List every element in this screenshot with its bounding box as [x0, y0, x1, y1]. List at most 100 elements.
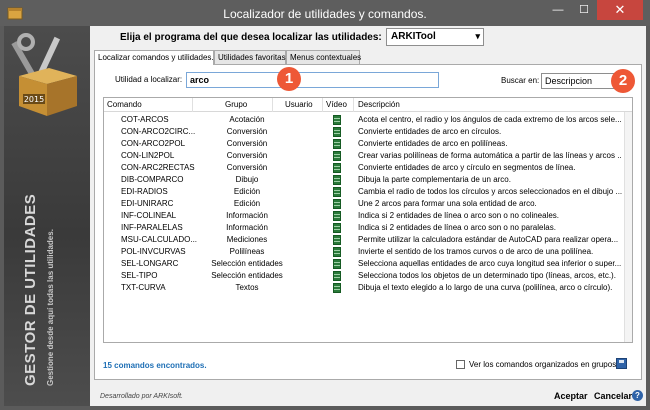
search-input[interactable]: arco: [186, 72, 439, 88]
table-row[interactable]: EDI-RADIOS Edición Cambia el radio de todo…: [104, 186, 632, 198]
cell-descripcion: Dibuja el texto elegido a lo largo de un…: [358, 283, 613, 292]
cell-comando: EDI-UNIRARC: [121, 199, 174, 208]
cell-comando: SEL-LONGARC: [121, 259, 179, 268]
chevron-down-icon: ▾: [475, 31, 480, 41]
cell-descripcion: Indica si 2 entidades de línea o arco so…: [358, 211, 560, 220]
table-row[interactable]: COT-ARCOS Acotación Acota el centro, el ra…: [104, 114, 632, 126]
cell-grupo: Acotación: [229, 115, 265, 124]
cell-grupo: Conversión: [226, 127, 268, 136]
table-row[interactable]: INF-COLINEAL Información Indica si 2 entid…: [104, 210, 632, 222]
table-row[interactable]: CON-ARC2RECTAS Conversión Convierte entida…: [104, 162, 632, 174]
cell-comando: SEL-TIPO: [121, 271, 158, 280]
group-checkbox-label[interactable]: Ver los comandos organizados en grupos: [469, 360, 616, 369]
cell-grupo: Edición: [233, 187, 261, 196]
video-icon[interactable]: [333, 127, 341, 137]
tab-localizar[interactable]: Localizar comandos y utilidades.: [94, 50, 214, 65]
cell-grupo: Selección entidades: [211, 259, 283, 268]
cell-comando: CON-LIN2POL: [121, 151, 175, 160]
table-row[interactable]: SEL-TIPO Selección entidades Selecciona to…: [104, 270, 632, 282]
minimize-button[interactable]: —: [545, 0, 571, 20]
video-icon[interactable]: [333, 163, 341, 173]
column-header-descripcion[interactable]: Descripción: [358, 100, 400, 109]
tab-panel: Utilidad a localizar: arco 1 Buscar en: …: [94, 64, 642, 380]
cell-grupo: Conversión: [226, 151, 268, 160]
video-icon[interactable]: [333, 283, 341, 293]
close-button[interactable]: ✕: [597, 0, 643, 20]
cell-comando: INF-PARALELAS: [121, 223, 183, 232]
cell-grupo: Información: [226, 211, 268, 220]
tab-menus-contextuales[interactable]: Menus contextuales: [286, 50, 361, 64]
program-select-value: ARKITool: [391, 31, 436, 42]
video-icon[interactable]: [333, 187, 341, 197]
video-icon[interactable]: [333, 139, 341, 149]
cell-descripcion: Invierte el sentido de los tramos curvos…: [358, 247, 594, 256]
step-badge-1: 1: [277, 67, 301, 91]
cell-descripcion: Convierte entidades de arco en polilínea…: [358, 139, 508, 148]
sidebar: 2015 GESTOR DE UTILIDADES Gestione desde…: [4, 26, 90, 406]
table-row[interactable]: TXT-CURVA Textos Dibuja el texto elegido a…: [104, 282, 632, 294]
program-select[interactable]: ARKITool ▾: [386, 28, 484, 46]
cell-comando: POL-INVCURVAS: [121, 247, 186, 256]
video-icon[interactable]: [333, 259, 341, 269]
save-icon[interactable]: [616, 358, 627, 369]
column-header-grupo[interactable]: Grupo: [225, 100, 247, 109]
group-checkbox[interactable]: [456, 360, 465, 369]
video-icon[interactable]: [333, 223, 341, 233]
cell-comando: INF-COLINEAL: [121, 211, 177, 220]
cell-grupo: Mediciones: [226, 235, 268, 244]
cell-comando: TXT-CURVA: [121, 283, 166, 292]
table-scrollbar[interactable]: [624, 112, 632, 342]
cell-grupo: Selección entidades: [211, 271, 283, 280]
sidebar-title: GESTOR DE UTILIDADES: [22, 193, 39, 386]
video-icon[interactable]: [333, 271, 341, 281]
column-header-video[interactable]: Vídeo: [326, 100, 347, 109]
title-bar: Localizador de utilidades y comandos. — …: [0, 0, 650, 26]
cell-descripcion: Convierte entidades de arco en círculos.: [358, 127, 502, 136]
results-count: 15 comandos encontrados.: [103, 361, 207, 370]
cell-descripcion: Indica si 2 entidades de línea o arco so…: [358, 223, 556, 232]
accept-button[interactable]: Aceptar: [554, 391, 588, 401]
video-icon[interactable]: [333, 199, 341, 209]
cell-comando: COT-ARCOS: [121, 115, 169, 124]
buscar-label: Buscar en:: [501, 76, 540, 85]
table-row[interactable]: POL-INVCURVAS Polilíneas Invierte el senti…: [104, 246, 632, 258]
video-icon[interactable]: [333, 247, 341, 257]
cancel-button[interactable]: Cancelar: [594, 391, 632, 401]
cell-comando: DIB-COMPARCO: [121, 175, 184, 184]
cell-descripcion: Selecciona aquellas entidades de arco cu…: [358, 259, 622, 268]
sidebar-subtitle: Gestione desde aquí todas las utilidades…: [46, 229, 55, 386]
step-badge-2: 2: [611, 69, 635, 93]
table-row[interactable]: EDI-UNIRARC Edición Une 2 arcos para forma…: [104, 198, 632, 210]
help-icon[interactable]: ?: [632, 390, 643, 401]
table-row[interactable]: CON-LIN2POL Conversión Crear varias polilí…: [104, 150, 632, 162]
cell-grupo: Textos: [235, 283, 259, 292]
video-icon[interactable]: [333, 115, 341, 125]
table-header: Comando Grupo Usuario Vídeo Descripción: [104, 98, 632, 112]
cell-comando: EDI-RADIOS: [121, 187, 168, 196]
toolbox-logo-icon: 2015: [11, 33, 77, 116]
table-row[interactable]: CON-ARCO2POL Conversión Convierte entidade…: [104, 138, 632, 150]
video-icon[interactable]: [333, 235, 341, 245]
video-icon[interactable]: [333, 175, 341, 185]
table-row[interactable]: CON-ARCO2CIRC... Conversión Convierte enti…: [104, 126, 632, 138]
cell-comando: CON-ARCO2POL: [121, 139, 186, 148]
column-header-comando[interactable]: Comando: [107, 100, 142, 109]
cell-grupo: Dibujo: [235, 175, 259, 184]
table-row[interactable]: DIB-COMPARCO Dibujo Dibuja la parte comple…: [104, 174, 632, 186]
table-row[interactable]: MSU-CALCULADO... Mediciones Permite utiliz…: [104, 234, 632, 246]
video-icon[interactable]: [333, 151, 341, 161]
cell-grupo: Información: [226, 223, 268, 232]
cell-grupo: Edición: [233, 199, 261, 208]
table-row[interactable]: INF-PARALELAS Información Indica si 2 enti…: [104, 222, 632, 234]
buscar-select[interactable]: Descripcion: [541, 73, 619, 89]
cell-grupo: Polilíneas: [229, 247, 265, 256]
cell-descripcion: Cambia el radio de todos los círculos y …: [358, 187, 622, 196]
cell-descripcion: Une 2 arcos para formar una sola entidad…: [358, 199, 537, 208]
cell-comando: CON-ARCO2CIRC...: [121, 127, 196, 136]
video-icon[interactable]: [333, 211, 341, 221]
table-row[interactable]: SEL-LONGARC Selección entidades Selecciona…: [104, 258, 632, 270]
cell-grupo: Conversión: [226, 163, 268, 172]
column-header-usuario[interactable]: Usuario: [285, 100, 313, 109]
tab-favoritas[interactable]: Utilidades favoritas.: [214, 50, 288, 64]
maximize-button[interactable]: ☐: [571, 0, 597, 20]
